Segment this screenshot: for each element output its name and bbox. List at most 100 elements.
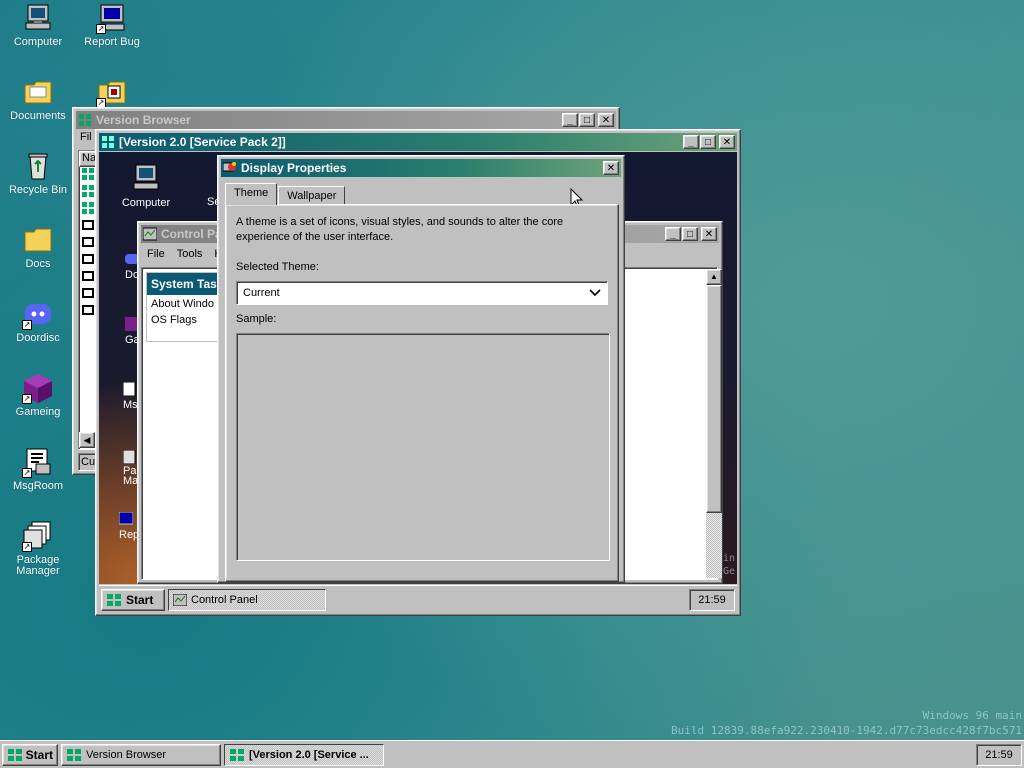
menu-tools[interactable]: Tools xyxy=(171,248,209,260)
start-button[interactable]: Start xyxy=(2,743,58,766)
maximize-button[interactable]: □ xyxy=(579,113,595,127)
recycle-bin-icon xyxy=(22,150,54,182)
flag-logo-icon xyxy=(82,288,94,298)
task-label: Control Panel xyxy=(191,593,258,606)
win96-logo-icon xyxy=(79,114,91,126)
version-browser-titlebar[interactable]: Version Browser _ □ ✕ xyxy=(76,111,616,129)
version-icon xyxy=(82,202,94,214)
desktop-icon-label: Doordisc xyxy=(16,332,60,344)
nested-icon-computer[interactable]: Computer xyxy=(117,162,175,209)
purple-cube-icon: ↗ xyxy=(22,372,54,404)
close-button[interactable]: ✕ xyxy=(719,135,735,149)
desktop-icon-label: MsgRoom xyxy=(12,480,64,492)
flag-logo-icon xyxy=(82,220,94,230)
package-manager-icon xyxy=(123,450,136,465)
maximize-button[interactable]: □ xyxy=(700,135,716,149)
desktop-icon-label: Report Bug xyxy=(84,36,140,48)
task-version-browser[interactable]: Version Browser xyxy=(61,743,221,766)
tab-strip: Theme Wallpaper xyxy=(225,183,621,205)
package-manager-icon: ↗ xyxy=(22,520,54,552)
theme-sample-preview xyxy=(236,333,610,561)
flag-logo-icon xyxy=(82,305,94,315)
scroll-left-button[interactable]: ◀ xyxy=(79,432,95,448)
desktop-icon-package-folder[interactable]: ↗ xyxy=(75,76,149,108)
scroll-up-button[interactable]: ▲ xyxy=(706,269,722,285)
desktop-icon-msgroom[interactable]: ↗ MsgRoom xyxy=(1,446,75,492)
tab-theme[interactable]: Theme xyxy=(225,183,278,205)
control-panel-icon xyxy=(143,227,157,241)
shortcut-arrow-icon: ↗ xyxy=(22,468,32,478)
desktop-icon-label: Gameing xyxy=(15,406,61,418)
minimize-button[interactable]: _ xyxy=(683,135,699,149)
nested-clock: 21:59 xyxy=(689,588,735,611)
close-button[interactable]: ✕ xyxy=(598,113,614,127)
fragment-line: in xyxy=(722,553,735,564)
dialog-title: Display Properties xyxy=(241,161,347,175)
task-label: Version Browser xyxy=(86,748,167,761)
win96-logo-icon xyxy=(67,748,81,761)
display-properties-titlebar[interactable]: Display Properties ✕ xyxy=(221,159,621,177)
control-panel-icon xyxy=(173,593,187,606)
discord-icon: ↗ xyxy=(22,298,54,330)
desktop-icon-doordisc[interactable]: ↗ Doordisc xyxy=(1,298,75,344)
window-title: Version Browser xyxy=(96,113,191,127)
documents-folder-icon xyxy=(22,76,54,108)
desktop-icon-documents[interactable]: Documents xyxy=(1,76,75,122)
display-properties-dialog[interactable]: Display Properties ✕ Theme Wallpaper A t… xyxy=(217,155,625,583)
desktop-icon-label: Package Manager xyxy=(16,554,60,577)
computer-icon xyxy=(133,164,159,190)
system-tasks-panel: System Tas About Windo OS Flags xyxy=(146,272,226,342)
scroll-thumb[interactable] xyxy=(706,285,722,513)
nested-right-fragment: in Ge xyxy=(723,552,735,578)
menu-file[interactable]: File xyxy=(141,248,171,260)
win96-logo-icon xyxy=(107,593,121,606)
maximize-button[interactable]: □ xyxy=(682,227,698,241)
taskbar: Start Version Browser [Version 2.0 [Serv… xyxy=(0,740,1024,768)
flag-logo-icon xyxy=(82,254,94,264)
theme-select[interactable]: Current xyxy=(236,281,608,305)
desktop-icon-gameing[interactable]: ↗ Gameing xyxy=(1,372,75,418)
task-label: [Version 2.0 [Service ... xyxy=(249,748,369,761)
menu-file[interactable]: Fil xyxy=(80,131,92,143)
shortcut-arrow-icon: ↗ xyxy=(22,320,32,330)
desktop-icon-label: Computer xyxy=(13,36,63,48)
minimize-button[interactable]: _ xyxy=(562,113,578,127)
theme-select-value: Current xyxy=(243,287,280,299)
chevron-down-icon[interactable] xyxy=(589,289,601,297)
desktop-icon-recycle-bin[interactable]: Recycle Bin xyxy=(1,150,75,196)
nested-start-button[interactable]: Start xyxy=(101,588,165,611)
shortcut-arrow-icon: ↗ xyxy=(22,542,32,552)
msgroom-icon xyxy=(122,381,136,397)
version-window-titlebar[interactable]: [Version 2.0 [Service Pack 2]] _ □ ✕ xyxy=(99,133,737,151)
desktop-icon-docs[interactable]: Docs xyxy=(1,224,75,270)
msgroom-icon: ↗ xyxy=(22,446,54,478)
minimize-button[interactable]: _ xyxy=(665,227,681,241)
nested-taskbar: Start Control Panel 21:59 xyxy=(99,585,737,613)
computer-icon xyxy=(22,2,54,34)
report-bug-icon: ↗ xyxy=(96,2,128,34)
report-bug-icon xyxy=(118,511,134,525)
selected-theme-label: Selected Theme: xyxy=(236,261,319,273)
nested-icon-label: Computer xyxy=(121,197,171,209)
package-folder-icon: ↗ xyxy=(96,76,128,108)
system-tasks-header: System Tas xyxy=(147,273,225,295)
task-link-about[interactable]: About Windo xyxy=(147,295,225,312)
task-version-window[interactable]: [Version 2.0 [Service ... xyxy=(224,743,384,766)
desktop-icon-package-manager[interactable]: ↗ Package Manager xyxy=(1,520,75,577)
desktop-icon-computer[interactable]: Computer xyxy=(1,2,75,48)
win96-logo-icon xyxy=(8,748,22,761)
version-icon xyxy=(82,168,94,180)
desktop-icon-label: Documents xyxy=(10,110,66,122)
vertical-scrollbar[interactable]: ▲ xyxy=(706,269,722,578)
desktop-icon-report-bug[interactable]: ↗ Report Bug xyxy=(75,2,149,48)
close-button[interactable]: ✕ xyxy=(701,227,717,241)
close-button[interactable]: ✕ xyxy=(603,161,619,175)
nested-task-control-panel[interactable]: Control Panel xyxy=(168,588,326,611)
display-properties-icon xyxy=(223,162,236,172)
start-label: Start xyxy=(126,592,154,607)
task-link-os-flags[interactable]: OS Flags xyxy=(147,312,225,328)
shortcut-arrow-icon: ↗ xyxy=(96,24,106,34)
win96-logo-icon xyxy=(230,748,244,761)
tab-wallpaper[interactable]: Wallpaper xyxy=(278,186,346,205)
start-label: Start xyxy=(25,747,53,762)
